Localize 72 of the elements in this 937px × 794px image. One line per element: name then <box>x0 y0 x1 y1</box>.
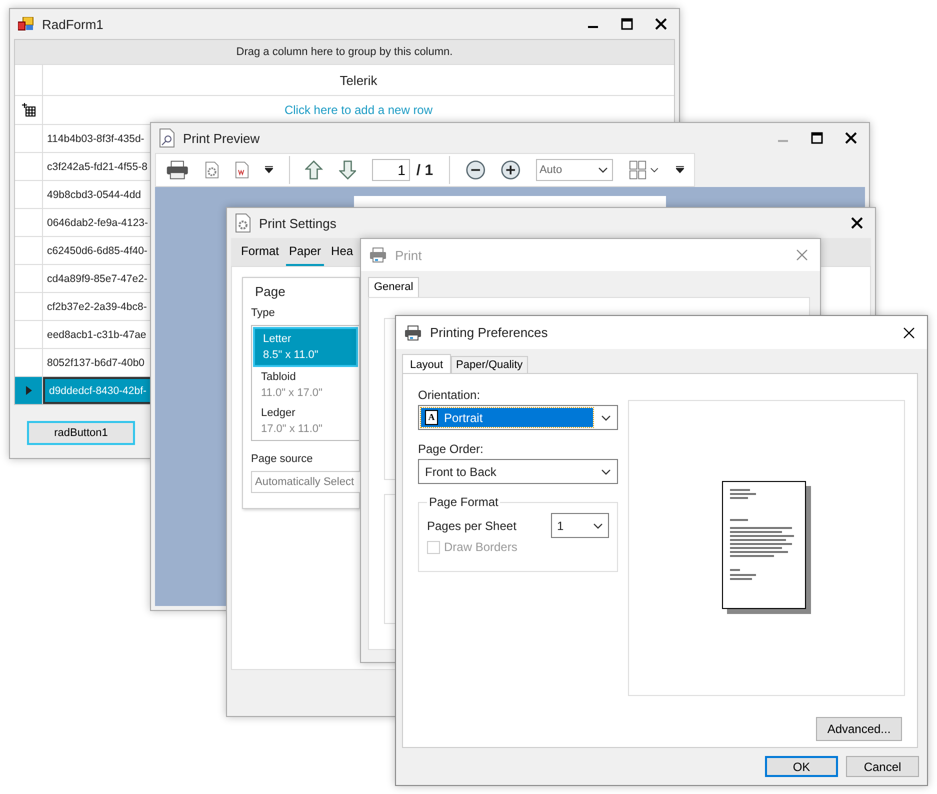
page-number-field[interactable]: 1 <box>372 159 410 181</box>
table-cell: 49b8cbd3-0544-4dd <box>47 188 141 200</box>
printer-icon <box>404 324 422 340</box>
table-cell: 114b4b03-8f3f-435d- <box>47 132 144 144</box>
group-title: Page Format <box>427 495 500 509</box>
dialog-button[interactable]: OK <box>765 756 838 777</box>
maximize-icon[interactable] <box>811 132 823 144</box>
dropdown-icon[interactable] <box>264 166 273 174</box>
page-total: / 1 <box>416 162 434 178</box>
dialog-button[interactable]: Advanced... <box>816 717 902 741</box>
field-label: Pages per Sheet <box>427 518 516 532</box>
list-item[interactable]: Ledger 17.0" x 11.0" <box>253 403 358 439</box>
arrow-up-icon[interactable] <box>305 159 323 181</box>
portrait-page-icon: A <box>425 410 438 425</box>
dialog-button[interactable]: Cancel <box>846 756 919 777</box>
add-row-icon <box>22 103 36 117</box>
tab[interactable]: Layout <box>402 354 452 374</box>
printer-icon <box>369 247 387 263</box>
group-panel-hint: Drag a column here to group by this column. <box>236 46 453 58</box>
list-item[interactable]: Tabloid 11.0" x 17.0" <box>253 367 358 403</box>
table-cell: cd4a89f9-85e7-47e2- <box>47 272 148 284</box>
field-label: Orientation: <box>418 388 482 402</box>
close-icon[interactable] <box>851 217 863 229</box>
page-order-combobox[interactable]: Front to Back <box>418 459 618 484</box>
field-label: Type <box>251 307 276 319</box>
table-cell: 8052f137-b6d7-40b0 <box>47 356 145 368</box>
table-cell: c3f242a5-fd21-4f55-8 <box>47 160 148 172</box>
arrow-down-icon[interactable] <box>338 159 356 181</box>
zoom-out-icon[interactable] <box>466 159 486 181</box>
rad-button[interactable]: radButton1 <box>27 421 135 445</box>
column-header[interactable]: Telerik <box>340 72 378 88</box>
chevron-down-icon <box>598 167 608 173</box>
chevron-down-icon <box>601 414 611 420</box>
page-gear-icon <box>235 213 251 233</box>
orientation-combobox[interactable]: A Portrait <box>418 405 618 430</box>
tab[interactable]: General <box>368 277 420 297</box>
window-title: RadForm1 <box>42 16 104 32</box>
tab[interactable]: Paper/Quality <box>451 356 528 373</box>
zoom-in-icon[interactable] <box>501 159 520 181</box>
close-icon[interactable] <box>903 326 915 338</box>
chevron-down-icon <box>601 468 611 474</box>
table-cell: eed8acb1-c31b-47ae <box>47 328 146 340</box>
app-icon <box>18 17 34 31</box>
window-title: Print Preview <box>183 130 261 146</box>
multiple-pages-icon[interactable] <box>628 159 660 181</box>
tab[interactable]: Hea <box>328 238 356 266</box>
field-label: Page source <box>251 453 314 465</box>
close-icon[interactable] <box>655 18 667 30</box>
close-icon[interactable] <box>845 132 857 144</box>
chevron-down-icon <box>593 522 603 528</box>
table-cell: 0646dab2-fe9a-4123- <box>47 216 148 228</box>
printer-icon[interactable] <box>166 159 189 181</box>
field-label: Page Order: <box>418 442 484 456</box>
overflow-icon[interactable] <box>676 166 684 174</box>
document-search-icon <box>159 128 175 148</box>
page-gear-icon <box>204 160 219 180</box>
row-indicator[interactable] <box>15 377 43 404</box>
page-source-field[interactable]: Automatically Select <box>251 471 361 493</box>
window-title: Print Settings <box>259 216 338 230</box>
pages-per-sheet-combobox[interactable]: 1 <box>551 513 609 538</box>
tab[interactable]: Format <box>238 238 282 266</box>
group-title: Page <box>254 284 286 299</box>
current-row-icon <box>26 386 32 395</box>
window-title: Print <box>395 248 423 262</box>
table-cell: d9ddedcf-8430-42bf- <box>49 384 146 396</box>
table-cell: c62450d6-6d85-4f40- <box>47 244 148 256</box>
document-w-icon <box>234 160 249 180</box>
table-cell: cf2b37e2-2a39-4bc8- <box>47 300 147 312</box>
maximize-icon[interactable] <box>621 18 633 30</box>
window-title: Printing Preferences <box>430 325 549 340</box>
combobox-value: Portrait <box>444 410 483 424</box>
zoom-combobox[interactable]: Auto <box>536 159 613 181</box>
